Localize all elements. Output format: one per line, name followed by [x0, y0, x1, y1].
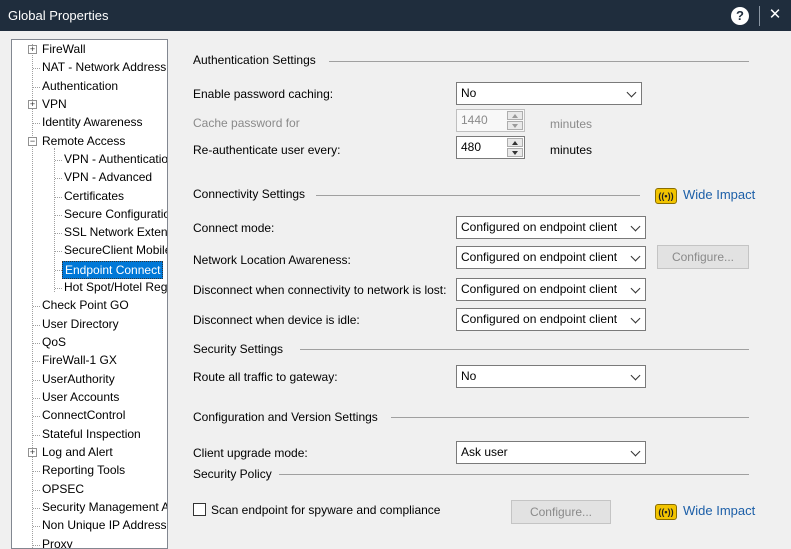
title-separator [759, 6, 760, 26]
cache-for-stepper: 1440 [456, 109, 525, 132]
reauth-unit: minutes [550, 143, 593, 157]
reauth-stepper[interactable]: 480 [456, 136, 525, 159]
scan-endpoint-checkbox[interactable] [193, 503, 206, 516]
expand-icon[interactable]: + [28, 448, 37, 457]
connectivity-heading: Connectivity Settings [193, 187, 306, 201]
upgrade-mode-label: Client upgrade mode: [193, 446, 308, 460]
chevron-down-icon [626, 87, 637, 98]
disconnect-idle-label: Disconnect when device is idle: [193, 313, 360, 327]
chevron-down-icon [630, 370, 641, 381]
wide-impact-link[interactable]: ((•)) Wide Impact [655, 187, 755, 204]
close-icon[interactable]: ✕ [766, 6, 784, 24]
reauth-label: Re-authenticate user every: [193, 143, 341, 157]
nla-select[interactable]: Configured on endpoint client [456, 246, 646, 269]
enable-caching-label: Enable password caching: [193, 87, 334, 101]
chevron-down-icon [630, 251, 641, 262]
chevron-down-icon [630, 283, 641, 294]
wide-impact-link-policy[interactable]: ((•)) Wide Impact [655, 503, 755, 520]
auth-settings-heading: Authentication Settings [193, 53, 316, 67]
disconnect-idle-select[interactable]: Configured on endpoint client [456, 308, 646, 331]
config-version-separator [391, 417, 749, 418]
config-version-heading: Configuration and Version Settings [193, 410, 378, 424]
title-bar: Global Properties ? ✕ [0, 0, 791, 31]
chevron-down-icon [630, 446, 641, 457]
cache-for-unit: minutes [550, 117, 593, 131]
tree-line [32, 44, 33, 548]
upgrade-mode-select[interactable]: Ask user [456, 441, 646, 464]
properties-tree[interactable]: + FireWall NAT - Network Address Transla… [11, 39, 168, 549]
spin-up-icon[interactable] [507, 138, 523, 147]
spin-down-icon[interactable] [507, 148, 523, 157]
security-policy-separator [279, 474, 749, 475]
nla-configure-button: Configure... [657, 245, 749, 269]
connect-mode-select[interactable]: Configured on endpoint client [456, 216, 646, 239]
expand-icon[interactable]: + [28, 100, 37, 109]
disconnect-lost-label: Disconnect when connectivity to network … [193, 283, 447, 297]
cache-for-label: Cache password for [193, 116, 300, 130]
security-policy-heading: Security Policy [193, 467, 272, 481]
disconnect-lost-select[interactable]: Configured on endpoint client [456, 278, 646, 301]
spin-up-icon [507, 111, 523, 120]
security-separator [300, 349, 749, 350]
wireless-signal-icon: ((•)) [655, 503, 677, 520]
scan-configure-button: Configure... [511, 500, 611, 524]
auth-separator [329, 61, 749, 62]
chevron-down-icon [630, 221, 641, 232]
spin-down-icon [507, 121, 523, 130]
help-icon[interactable]: ? [731, 7, 749, 25]
security-heading: Security Settings [193, 342, 284, 356]
expand-icon[interactable]: + [28, 45, 37, 54]
chevron-down-icon [630, 313, 641, 324]
scan-endpoint-label[interactable]: Scan endpoint for spyware and compliance [211, 503, 440, 517]
route-traffic-label: Route all traffic to gateway: [193, 370, 338, 384]
enable-caching-select[interactable]: No [456, 82, 642, 105]
wireless-signal-icon: ((•)) [655, 187, 677, 204]
route-traffic-select[interactable]: No [456, 365, 646, 388]
collapse-icon[interactable]: − [28, 137, 37, 146]
connectivity-separator [316, 195, 640, 196]
nla-label: Network Location Awareness: [193, 253, 351, 267]
window-title: Global Properties [8, 8, 109, 23]
connect-mode-label: Connect mode: [193, 221, 275, 235]
